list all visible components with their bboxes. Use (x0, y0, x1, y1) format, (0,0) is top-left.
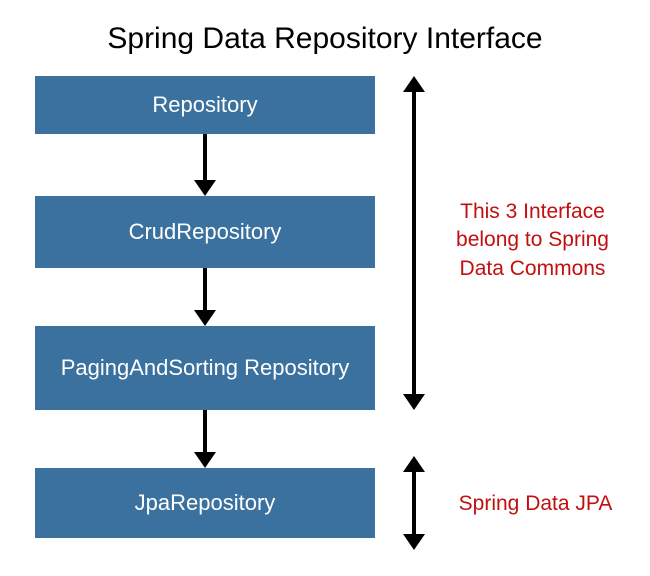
annotation-commons: This 3 Interface belong to Spring Data C… (445, 198, 620, 283)
arrow-down-icon (199, 134, 211, 196)
box-label: Repository (152, 91, 257, 119)
box-pagingandsorting: PagingAndSorting Repository (35, 326, 375, 410)
box-jparepository: JpaRepository (35, 468, 375, 538)
range-arrow-commons-icon (403, 76, 425, 410)
annotation-jpa: Spring Data JPA (448, 490, 623, 518)
box-repository: Repository (35, 76, 375, 134)
arrow-down-icon (199, 410, 211, 468)
box-crudrepository: CrudRepository (35, 196, 375, 268)
arrow-down-icon (199, 268, 211, 326)
diagram-title: Spring Data Repository Interface (0, 0, 650, 68)
range-arrow-jpa-icon (403, 456, 425, 550)
box-label: PagingAndSorting Repository (61, 354, 350, 382)
box-label: CrudRepository (129, 218, 282, 246)
diagram-area: Repository CrudRepository PagingAndSorti… (0, 68, 650, 564)
box-label: JpaRepository (135, 489, 276, 517)
